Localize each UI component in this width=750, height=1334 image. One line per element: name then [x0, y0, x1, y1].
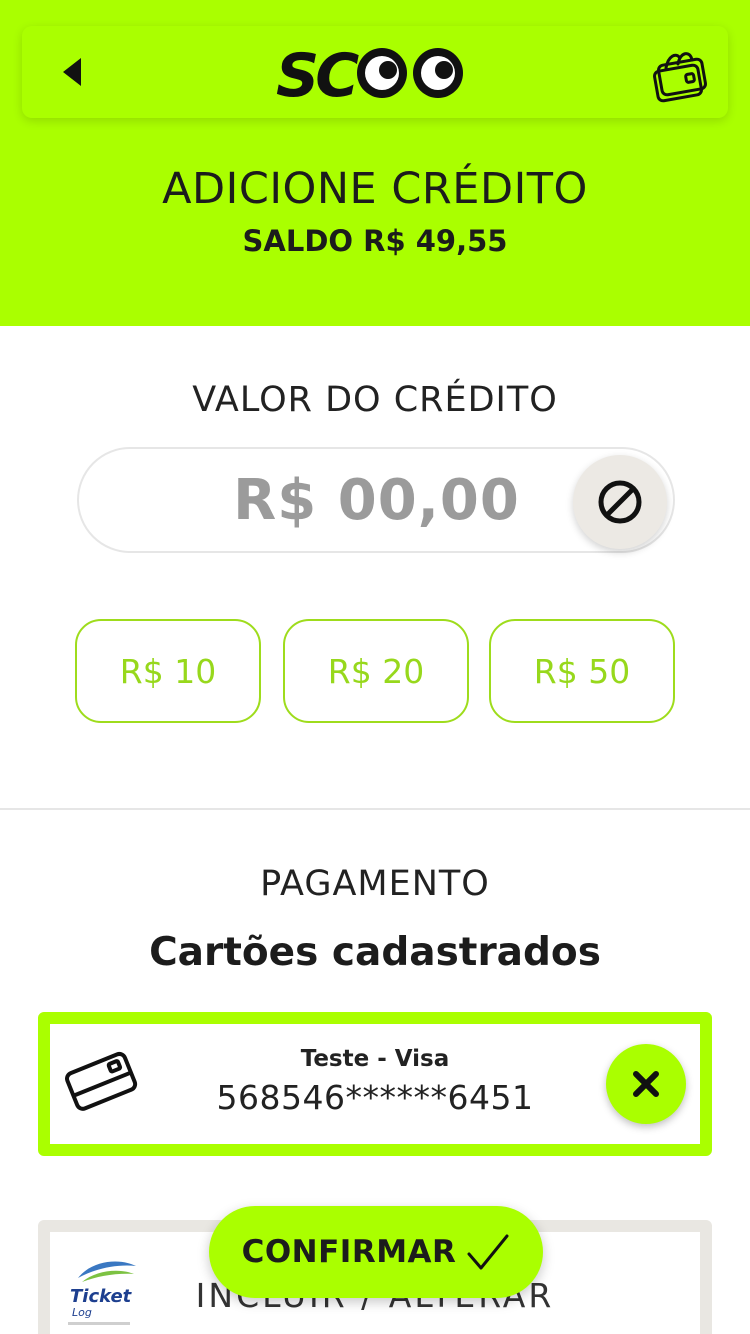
card-name: Teste - Visa: [300, 1046, 450, 1072]
preset-amount-10-button[interactable]: R$ 10: [75, 619, 261, 723]
confirm-label: CONFIRMAR: [241, 1234, 457, 1270]
remove-card-button[interactable]: [606, 1044, 686, 1124]
payment-section-label: PAGAMENTO: [260, 864, 490, 904]
svg-text:SC: SC: [276, 41, 359, 104]
preset-amount-20-button[interactable]: R$ 20: [283, 619, 469, 723]
clear-icon: [598, 480, 642, 524]
clear-amount-button[interactable]: [573, 455, 667, 549]
credit-amount-field[interactable]: R$ 00,00: [77, 447, 675, 553]
checkmark-icon: [467, 1234, 509, 1270]
wallet-button[interactable]: [652, 42, 714, 104]
preset-amount-50-button[interactable]: R$ 50: [489, 619, 675, 723]
saved-card-item[interactable]: Teste - Visa 568546******6451: [38, 1012, 712, 1156]
credit-section-label: VALOR DO CRÉDITO: [192, 380, 558, 420]
header-banner: SC ADICIONE CRÉDITO SALDO R$ 49,55: [0, 0, 750, 326]
page-title: ADICIONE CRÉDITO: [162, 164, 588, 214]
scoo-logo: SC: [274, 40, 474, 111]
card-number: 568546******6451: [216, 1078, 534, 1117]
wallet-icon: [653, 52, 707, 103]
close-icon: [633, 1071, 659, 1097]
back-button[interactable]: [52, 52, 92, 92]
section-divider: [0, 808, 750, 810]
balance-text: SALDO R$ 49,55: [242, 224, 508, 258]
confirm-button[interactable]: CONFIRMAR: [209, 1206, 543, 1298]
back-arrow-icon: [63, 58, 81, 86]
top-bar: SC: [22, 26, 728, 118]
saved-cards-title: Cartões cadastrados: [149, 930, 601, 975]
